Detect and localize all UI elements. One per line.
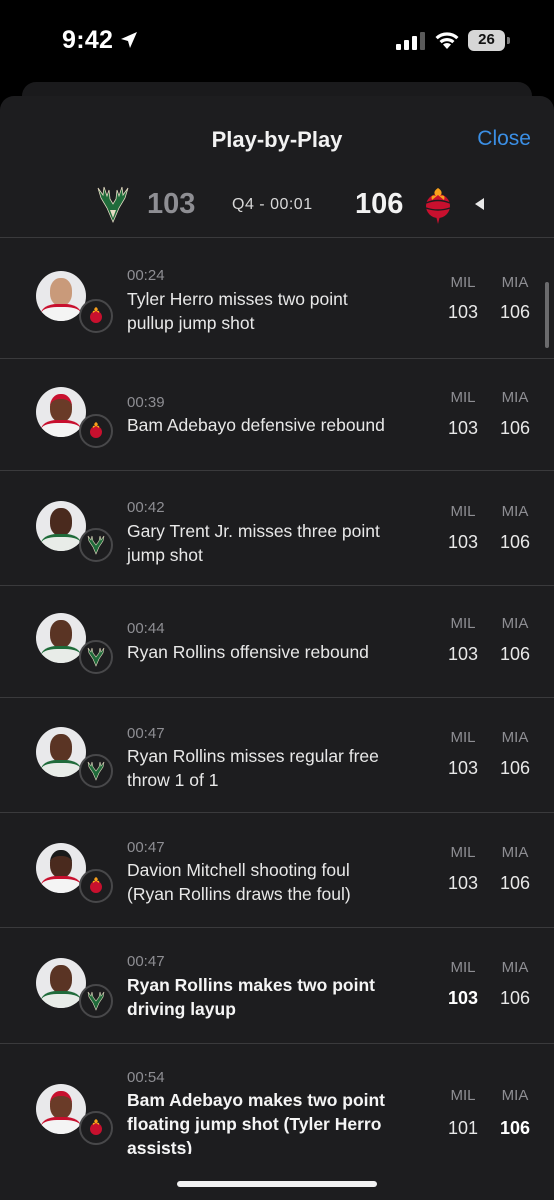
bucks-logo-icon [87,991,105,1011]
play-row[interactable]: 00:47 Ryan Rollins makes two point drivin… [0,928,554,1044]
bucks-logo-icon [87,761,105,781]
play-description: Ryan Rollins misses regular free throw 1 … [127,746,379,790]
home-score: 103 [147,188,196,220]
mil-score: 103 [447,873,479,893]
mia-score: 106 [499,302,531,322]
play-description: Bam Adebayo makes two point floating jump… [127,1090,386,1154]
team-badge [79,528,113,562]
mil-score: 103 [447,418,479,438]
bucks-logo-icon [87,535,105,555]
heat-logo-icon [90,307,102,323]
mia-score: 106 [499,873,531,893]
play-by-play-sheet: Play-by-Play Close 103 Q4 - 00:01 106 00… [0,96,554,1200]
play-description: Gary Trent Jr. misses three point jump sh… [127,521,380,565]
mil-label: MIL [450,844,476,861]
mil-label: MIL [450,959,476,976]
mil-score: 101 [447,1118,479,1138]
scoreboard: 103 Q4 - 00:01 106 [0,182,554,226]
mia-label: MIA [501,615,529,632]
sheet-title: Play-by-Play [211,127,343,152]
play-row[interactable]: 00:42 Gary Trent Jr. misses three point j… [0,471,554,586]
battery-icon: 26 [468,30,510,52]
play-time: 00:47 [127,725,165,742]
team-badge [79,414,113,448]
status-bar: 9:42 26 [0,0,554,80]
mil-label: MIL [450,274,476,291]
mia-score: 106 [499,644,531,664]
mil-label: MIL [450,503,476,520]
mil-label: MIL [450,729,476,746]
mil-score: 103 [447,988,479,1008]
play-time: 00:42 [127,499,165,516]
mia-score: 106 [499,532,531,552]
mil-score: 103 [447,758,479,778]
team-badge [79,1111,113,1145]
play-time: 00:44 [127,620,165,637]
game-clock: Q4 - 00:01 [232,196,313,213]
team-badge [79,640,113,674]
close-button[interactable]: Close [477,127,531,151]
mil-label: MIL [450,1087,476,1104]
mia-score: 106 [499,1118,531,1138]
play-row[interactable]: 00:47 Ryan Rollins misses regular free th… [0,698,554,813]
wifi-icon [435,32,459,49]
mia-label: MIA [501,729,529,746]
play-row[interactable]: 00:44 Ryan Rollins offensive rebound MIL… [0,586,554,698]
play-time: 00:54 [127,1069,165,1086]
mia-label: MIA [501,1087,529,1104]
mia-score: 106 [499,758,531,778]
mil-score: 103 [447,302,479,322]
bucks-logo-icon [97,186,129,224]
mia-label: MIA [501,844,529,861]
play-description: Ryan Rollins offensive rebound [127,642,369,662]
team-badge [79,869,113,903]
cellular-signal-icon [396,32,425,50]
play-row[interactable]: 00:47 Davion Mitchell shooting foul (Ryan… [0,813,554,928]
scrollbar[interactable] [545,282,549,348]
battery-level: 26 [478,31,495,48]
mia-label: MIA [501,274,529,291]
location-arrow-icon [121,32,137,48]
team-badge [79,754,113,788]
bucks-logo-icon [87,647,105,667]
play-description: Tyler Herro misses two point pullup jump … [127,289,348,333]
play-description: Davion Mitchell shooting foul (Ryan Rolli… [127,860,351,904]
heat-logo-icon [90,1119,102,1135]
team-badge [79,984,113,1018]
play-time: 00:39 [127,394,165,411]
mia-label: MIA [501,389,529,406]
mil-score: 103 [447,644,479,664]
mia-score: 106 [499,988,531,1008]
play-row[interactable]: 00:54 Bam Adebayo makes two point floatin… [0,1044,554,1184]
play-time: 00:47 [127,953,165,970]
mia-score: 106 [499,418,531,438]
play-description: Bam Adebayo defensive rebound [127,415,385,435]
play-list[interactable]: 00:24 Tyler Herro misses two point pullup… [0,238,554,1184]
mil-label: MIL [450,615,476,632]
play-row[interactable]: 00:39 Bam Adebayo defensive rebound MIL … [0,359,554,471]
triangle-left-icon[interactable] [473,197,487,211]
mia-label: MIA [501,959,529,976]
play-time: 00:47 [127,839,165,856]
mil-score: 103 [447,532,479,552]
play-time: 00:24 [127,267,165,284]
play-description: Ryan Rollins makes two point driving layu… [127,975,375,1019]
heat-logo-icon [90,422,102,438]
team-badge [79,299,113,333]
play-row[interactable]: 00:24 Tyler Herro misses two point pullup… [0,238,554,359]
heat-logo-icon [425,188,451,224]
mia-label: MIA [501,503,529,520]
heat-logo-icon [90,877,102,893]
home-indicator[interactable] [177,1181,377,1187]
away-score: 106 [355,188,404,220]
mil-label: MIL [450,389,476,406]
status-time: 9:42 [62,26,114,54]
